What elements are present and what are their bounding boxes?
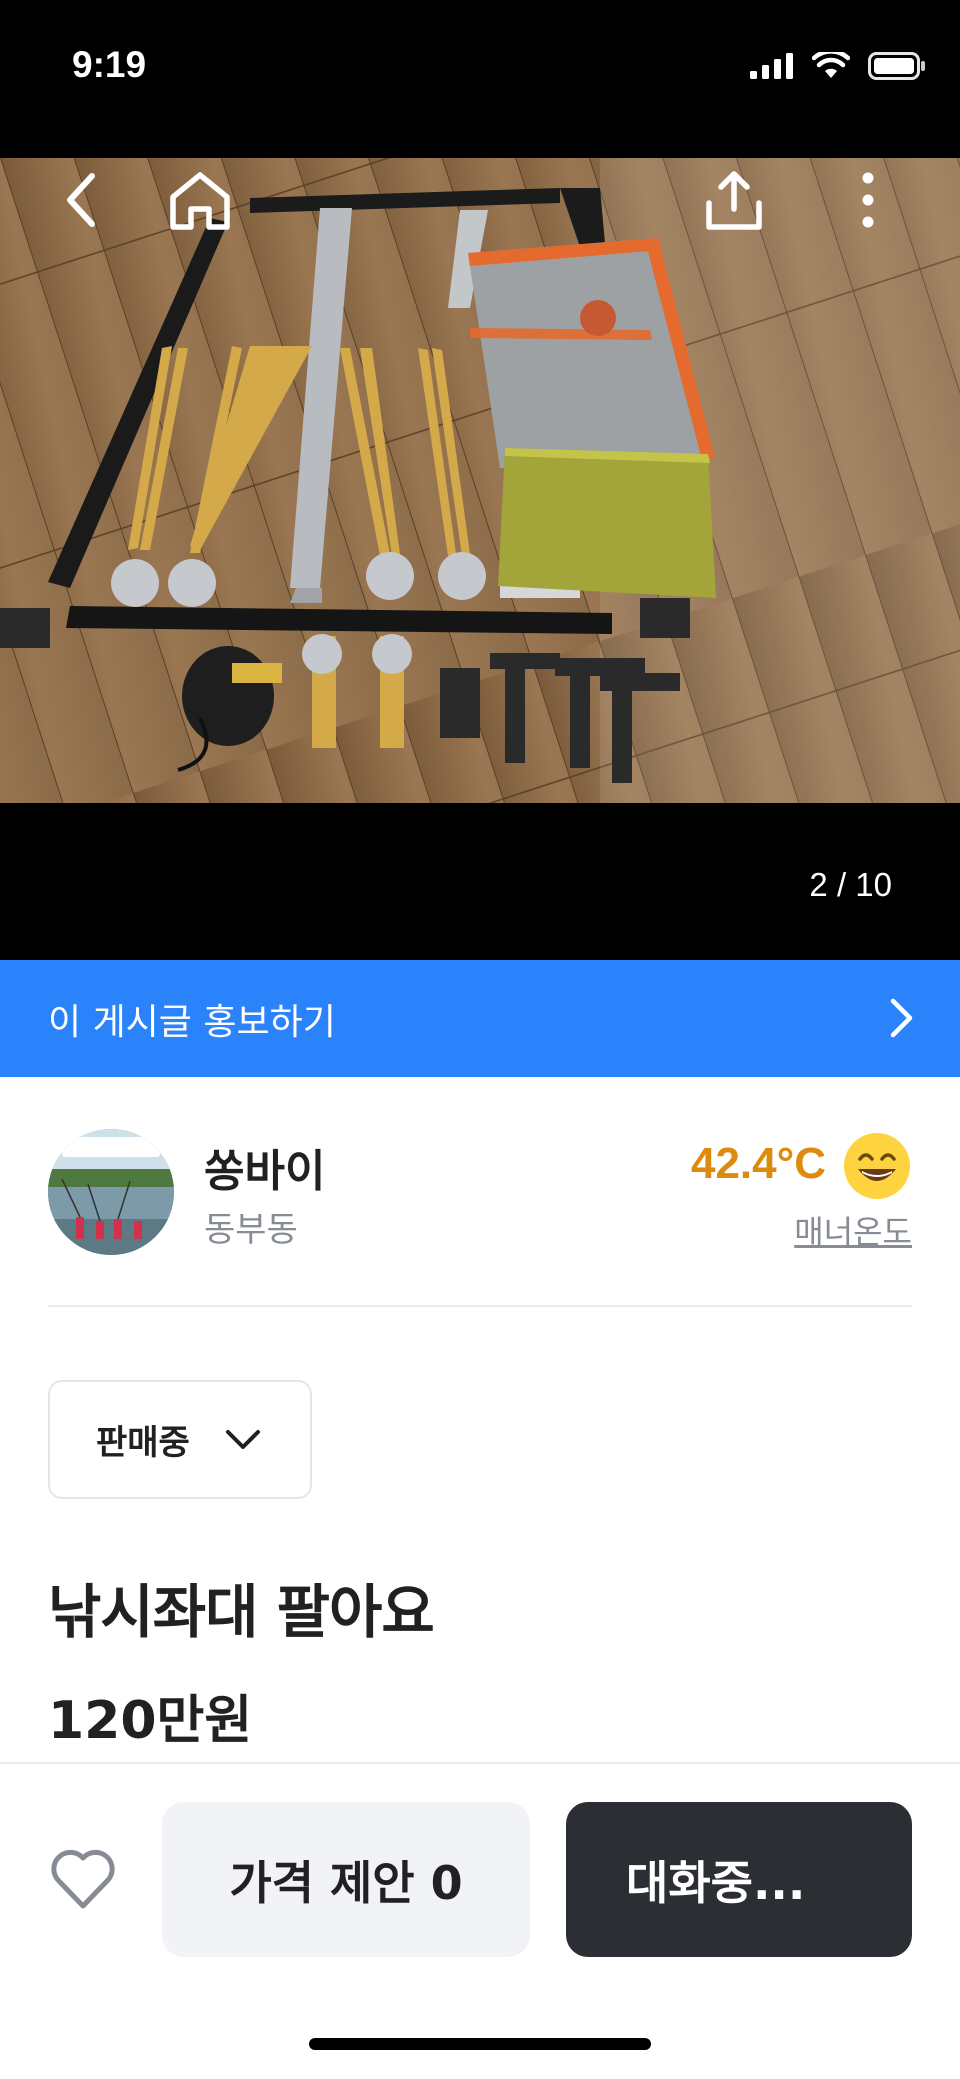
listing-price: 120만원 xyxy=(48,1691,253,1751)
home-button[interactable] xyxy=(160,160,240,240)
heart-icon[interactable] xyxy=(48,1844,118,1914)
seller-location: 동부동 xyxy=(204,1210,298,1250)
seller-name: 쏭바이 xyxy=(204,1146,326,1197)
back-icon xyxy=(67,173,95,227)
listing-title: 낚시좌대 팔아요 xyxy=(48,1578,435,1646)
status-time: 9:19 xyxy=(72,44,147,85)
price-offer-button[interactable]: 가격 제안 0 xyxy=(162,1802,530,1957)
bottom-action-bar: 가격 제안 0 대화중... xyxy=(0,1762,960,2079)
share-icon xyxy=(706,171,762,230)
chevron-right-icon xyxy=(890,998,913,1038)
photo-counter: 2 / 10 xyxy=(809,866,892,903)
home-icon xyxy=(170,172,230,230)
avatar[interactable] xyxy=(48,1129,174,1255)
status-icons xyxy=(750,52,926,80)
back-button[interactable] xyxy=(40,160,120,240)
share-button[interactable] xyxy=(694,160,774,240)
chat-button[interactable]: 대화중... xyxy=(566,1802,912,1957)
promote-label: 이 게시글 홍보하기 xyxy=(48,1001,336,1043)
product-photo[interactable] xyxy=(0,158,960,803)
manner-label[interactable]: 매너온도 xyxy=(794,1207,912,1253)
smile-emoji-icon xyxy=(844,1133,910,1199)
chevron-down-icon xyxy=(226,1430,260,1449)
divider xyxy=(48,1305,912,1307)
more-icon xyxy=(862,172,874,228)
promote-banner[interactable]: 이 게시글 홍보하기 xyxy=(0,960,960,1077)
more-button[interactable] xyxy=(828,160,908,240)
product-detail-screen: 9:19 2 / 10 이 게시글 홍보하기 쏭바이 동부동 42.4°C 매너… xyxy=(0,0,960,2079)
product-photo-image xyxy=(0,158,960,803)
battery-icon xyxy=(868,52,925,80)
manner-temperature: 42.4°C xyxy=(690,1139,826,1188)
sale-status-dropdown[interactable]: 판매중 xyxy=(48,1380,312,1499)
sale-status-label: 판매중 xyxy=(96,1423,190,1463)
seller-info[interactable]: 쏭바이 동부동 42.4°C 매너온도 xyxy=(0,1077,960,1307)
home-indicator xyxy=(309,2038,651,2050)
avatar-image xyxy=(48,1129,174,1255)
wifi-icon xyxy=(812,52,850,78)
signal-icon xyxy=(750,53,793,79)
status-bar: 9:19 xyxy=(0,0,960,158)
